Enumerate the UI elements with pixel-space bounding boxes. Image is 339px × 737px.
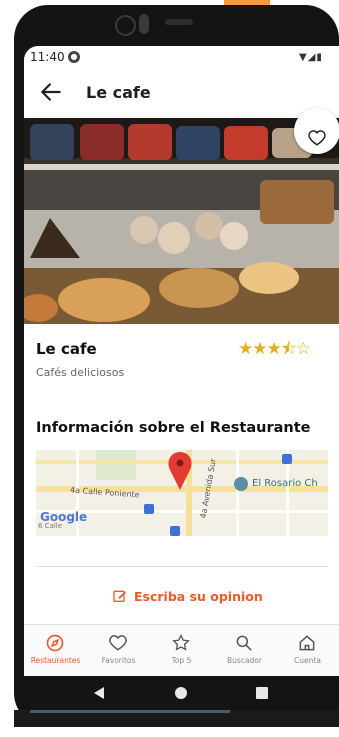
nav-label: Top 5 [171, 656, 192, 665]
edit-icon [113, 590, 126, 602]
write-review-label: Escriba su opinion [134, 589, 263, 604]
nav-item-buscador[interactable]: Buscador [213, 625, 276, 677]
map-view[interactable]: 4a Calle Poniente 4a Avenida Sur El Rosa… [36, 450, 328, 536]
phone-chin-highlight [30, 710, 230, 713]
notification-icon: ● [68, 51, 80, 63]
pastry-display-illustration [24, 118, 339, 324]
restaurant-photo [24, 108, 339, 324]
nav-item-restaurantes[interactable]: Restaurantes [24, 625, 87, 677]
search-icon [236, 635, 252, 651]
system-back-icon[interactable] [92, 686, 106, 700]
nav-label: Restaurantes [30, 656, 81, 665]
star-rating: ★★★⯪☆ [238, 336, 311, 365]
nav-item-top-5[interactable]: Top 5 [150, 625, 213, 677]
home-icon [299, 635, 315, 651]
heart-icon [308, 130, 326, 146]
star-icon: ★ [266, 339, 282, 359]
camera-lens [115, 15, 136, 36]
phone-screen: 11:40 ● ▼◢▮ Le cafe Le cafe ★★★⯪☆ Cafés … [24, 46, 339, 710]
earpiece [165, 19, 193, 25]
restaurant-description: Cafés deliciosos [36, 366, 125, 379]
nav-item-cuenta[interactable]: Cuenta [276, 625, 339, 677]
system-home-icon[interactable] [175, 687, 187, 699]
star-half-icon: ⯪ [280, 339, 297, 359]
star-icon [172, 633, 190, 651]
google-logo: Google [40, 510, 88, 524]
section-heading: Información sobre el Restaurante [36, 420, 311, 436]
write-review-button[interactable]: Escriba su opinion [112, 586, 263, 608]
star-empty-icon: ☆ [295, 339, 311, 359]
status-time: 11:40 [30, 50, 65, 64]
star-icon: ★ [252, 339, 267, 359]
nav-label: Cuenta [294, 656, 321, 665]
signal-battery-icon: ▼◢▮ [299, 52, 323, 63]
heart-icon [109, 635, 127, 651]
page-title: Le cafe [86, 83, 151, 102]
nav-item-favoritos[interactable]: Favoritos [87, 625, 150, 677]
restaurant-name: Le cafe [36, 340, 97, 358]
nav-label: Buscador [227, 656, 262, 665]
back-arrow-icon[interactable] [38, 79, 64, 105]
system-recents-icon[interactable] [256, 687, 268, 699]
divider [36, 566, 328, 567]
system-navigation-bar [24, 676, 339, 710]
status-bar: 11:40 ● ▼◢▮ [24, 46, 339, 70]
favorite-button[interactable] [294, 108, 339, 154]
nav-label: Favoritos [101, 656, 136, 665]
star-icon: ★ [238, 339, 253, 359]
map-place-label: El Rosario Ch [252, 478, 318, 489]
bottom-navigation: Restaurantes Favoritos Top 5 Buscador Cu… [24, 624, 339, 677]
compass-icon [46, 634, 64, 652]
app-bar: Le cafe [24, 70, 339, 118]
camera-sensor [139, 14, 149, 34]
